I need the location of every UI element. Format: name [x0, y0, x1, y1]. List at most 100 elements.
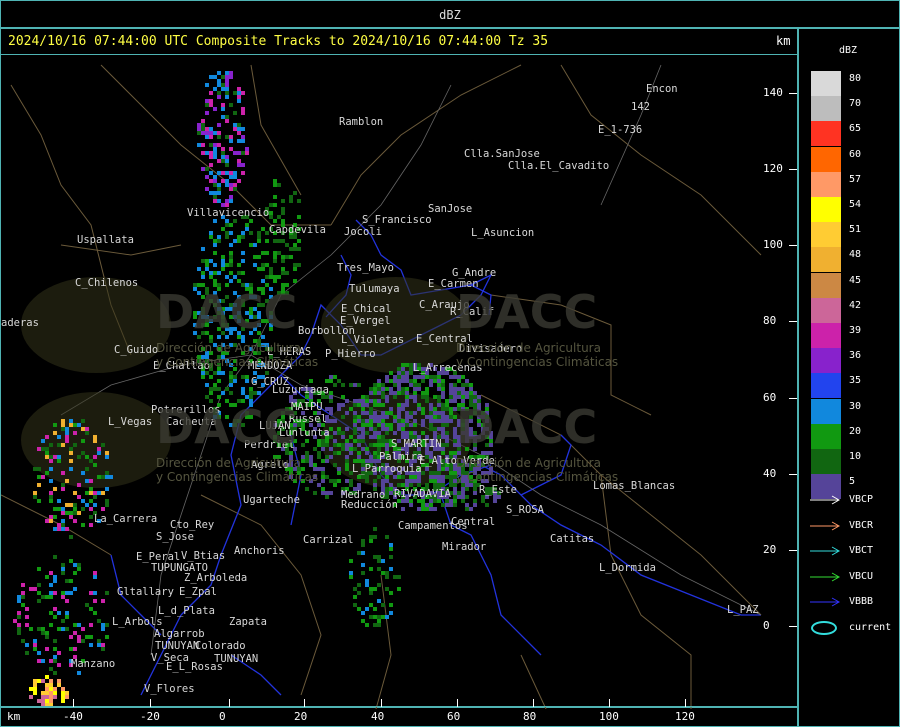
y-tick-label: 40 — [763, 467, 777, 480]
legend-title: dBZ — [839, 45, 858, 56]
y-tick-label: 100 — [763, 238, 783, 251]
radar-map[interactable]: Encon 142 E_1-736 Ramblon Clla.SanJose Clla.E… — [0, 54, 798, 709]
legend-value: 51 — [849, 224, 862, 236]
place-label: Zapata — [229, 616, 267, 628]
place-label: Carrizal — [303, 534, 354, 546]
place-label: Clla.SanJose — [464, 148, 540, 160]
y-tick-label: 0 — [763, 619, 770, 632]
place-label: SanJose — [428, 203, 473, 215]
track-label: VBCR — [849, 519, 874, 531]
y-tick-mark — [789, 169, 797, 170]
place-label: P_Hierro — [325, 348, 376, 360]
place-label: Uspallata — [77, 234, 134, 246]
x-axis-unit: km — [7, 710, 21, 723]
y-tick-label: 20 — [763, 543, 777, 556]
place-label: E_Zpal — [179, 586, 217, 598]
legend-value: 80 — [849, 73, 862, 84]
place-label: L_Vegas — [108, 416, 153, 428]
x-tick-mark — [304, 699, 305, 707]
place-label: E_1-736 — [598, 124, 643, 136]
place-label: Z_Arboleda — [184, 572, 248, 584]
place-label: L_Parroquia — [352, 463, 422, 475]
place-label: La_Carrera — [94, 513, 158, 525]
x-tick-mark — [533, 699, 534, 707]
place-label: Mirador — [442, 541, 487, 553]
place-label: Tres_Mayo — [337, 262, 394, 274]
x-tick-mark — [609, 699, 610, 707]
timestamp-header: 2024/10/16 07:44:00 UTC Composite Tracks… — [0, 28, 798, 55]
track-arrow-icon — [810, 572, 841, 581]
place-label: S_ROSA — [506, 504, 544, 516]
x-tick-label: 40 — [371, 710, 385, 723]
watermark-line: y Contingencias Climáticas — [456, 470, 619, 484]
track-arrow-icon — [810, 546, 841, 556]
x-tick-label: -20 — [140, 710, 160, 723]
place-label: Clla.El_Cavadito — [508, 160, 610, 172]
track-arrow-icon — [810, 495, 841, 505]
track-arrow-icon — [810, 597, 841, 607]
legend-value: 5 — [849, 476, 856, 488]
place-label: L_Asuncion — [471, 227, 535, 239]
y-tick-mark — [789, 626, 797, 627]
place-label: Catitas — [550, 533, 595, 545]
place-label: L_d_Plata — [158, 605, 215, 617]
legend-value: 48 — [849, 249, 862, 261]
track-label: VBCP — [849, 494, 874, 505]
track-arrow-icon — [810, 521, 841, 530]
place-label: Anchoris — [234, 545, 285, 557]
x-tick-label: 60 — [447, 710, 461, 723]
legend-value: 30 — [849, 400, 862, 412]
legend-swatch — [811, 272, 841, 298]
place-label: L_Violetas — [341, 334, 405, 346]
place-label: Capdevila — [269, 224, 326, 236]
y-tick-label: 80 — [763, 314, 777, 327]
y-tick-mark — [789, 474, 797, 475]
legend-value: 10 — [849, 451, 862, 462]
place-label: L_Arbols — [112, 616, 163, 628]
x-tick-mark — [73, 699, 74, 707]
legend-swatch — [811, 247, 841, 273]
x-tick-label: -40 — [63, 710, 83, 723]
legend-panel: dBZ 80 70 65 60 57 54 51 48 45 42 39 36 35 30 20 10 5 VB… — [798, 28, 900, 727]
legend-swatch — [811, 171, 841, 197]
legend-value: 60 — [849, 148, 862, 160]
y-tick-mark — [789, 321, 797, 322]
legend-value: 39 — [849, 325, 862, 336]
x-tick-label: 80 — [523, 710, 537, 723]
place-label: Manzano — [71, 658, 116, 670]
place-label: Ramblon — [339, 116, 384, 128]
place-label: S_MARTIN — [391, 438, 442, 450]
place-label: Colorado — [195, 640, 246, 652]
place-label: S_Jose — [156, 531, 194, 543]
place-label: L_Dormida — [599, 562, 656, 574]
track-label: VBCU — [849, 570, 874, 582]
watermark-line: Dirección de Agricultura — [156, 456, 301, 470]
place-label: Encon — [646, 83, 678, 95]
y-tick-mark — [789, 550, 797, 551]
place-label: Reducción — [341, 499, 398, 511]
legend-value: 65 — [849, 123, 862, 135]
watermark-line: y Contingencias Climáticas — [156, 470, 319, 484]
legend-value: 36 — [849, 350, 862, 362]
watermark-brand: DACC — [156, 400, 298, 454]
legend-value: 45 — [849, 274, 862, 286]
watermark-line: Dirección de Agricultura — [456, 341, 601, 355]
place-label: aderas — [1, 317, 39, 329]
legend-swatch — [811, 71, 841, 96]
watermark-line: y Contingencias Climáticas — [156, 355, 319, 369]
x-tick-label: 100 — [599, 710, 619, 723]
x-tick-label: 20 — [294, 710, 308, 723]
legend-value: 42 — [849, 299, 862, 311]
y-tick-mark — [789, 93, 797, 94]
place-label: C_Chilenos — [75, 277, 139, 289]
y-tick-mark — [789, 245, 797, 246]
track-label: VBBB — [849, 596, 874, 607]
current-ellipse-icon — [811, 620, 837, 635]
watermark-line: Dirección de Agricultura — [156, 341, 301, 355]
place-label: RIVADAVIA — [394, 488, 451, 500]
legend-swatch — [811, 323, 841, 348]
place-label: V_Btias — [181, 550, 226, 562]
place-label: C_Guido — [114, 344, 159, 356]
track-label: current — [849, 621, 892, 633]
legend-swatch — [811, 96, 841, 122]
